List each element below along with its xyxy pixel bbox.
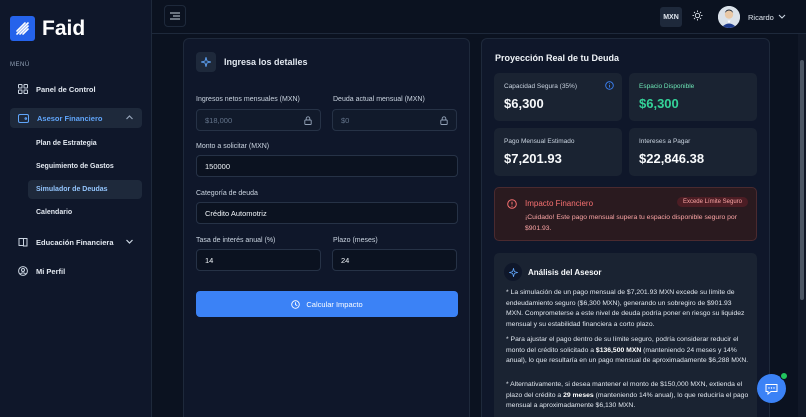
form-title-text: Ingresa los detalles xyxy=(224,57,308,67)
category-label: Categoría de deuda xyxy=(196,190,258,197)
debt-placeholder: $0 xyxy=(341,115,350,125)
online-indicator xyxy=(780,372,788,380)
lock-icon xyxy=(304,116,312,125)
menu-heading: MENÚ xyxy=(10,62,30,68)
analysis-title: Análisis del Asesor xyxy=(528,268,602,277)
financial-impact-alert: Impacto Financiero Excede Límite Seguro … xyxy=(494,187,757,241)
avatar[interactable] xyxy=(718,6,740,28)
analysis-paragraph-1: * La simulación de un pago mensual de $7… xyxy=(506,289,745,328)
projection-title: Proyección Real de tu Deuda xyxy=(495,53,620,63)
status-badge: Excede Límite Seguro xyxy=(676,197,748,207)
sidebar-toggle-button[interactable] xyxy=(164,5,186,27)
sidebar-item-asesor-financiero[interactable]: Asesor Financiero xyxy=(10,108,142,128)
sun-icon[interactable] xyxy=(692,10,703,21)
app-logo[interactable]: Faid xyxy=(10,16,85,41)
calculate-impact-button[interactable]: Calcular Impacto xyxy=(196,291,458,317)
stat-monthly-payment: Pago Mensual Estimado $7,201.93 xyxy=(494,128,622,176)
lock-icon xyxy=(440,116,448,125)
sparkle-icon xyxy=(504,263,522,281)
debt-label: Deuda actual mensual (MXN) xyxy=(333,96,425,103)
top-bar: MXN Ricardo xyxy=(152,0,806,34)
income-field: $18,000 xyxy=(196,109,321,131)
term-input[interactable]: 24 xyxy=(332,249,457,271)
logo-mark-icon xyxy=(10,16,35,41)
debt-field: $0 xyxy=(332,109,457,131)
chevron-down-icon xyxy=(126,239,133,244)
warning-icon xyxy=(507,199,517,209)
term-label: Plazo (meses) xyxy=(333,237,378,244)
alert-title: Impacto Financiero xyxy=(525,199,594,208)
stat-value: $6,300 xyxy=(639,96,679,111)
wallet-icon xyxy=(18,114,29,123)
rate-label: Tasa de interés anual (%) xyxy=(196,237,276,244)
sidebar-item-mi-perfil[interactable]: Mi Perfil xyxy=(10,261,142,281)
income-placeholder: $18,000 xyxy=(205,115,233,125)
sidebar-item-educacion-financiera[interactable]: Educación Financiera xyxy=(10,232,142,252)
sidebar-item-label: Mi Perfil xyxy=(36,266,66,276)
sidebar-item-label: Educación Financiera xyxy=(36,237,114,247)
stat-label: Capacidad Segura (35%) xyxy=(504,83,577,90)
stat-value: $22,846.38 xyxy=(639,151,705,166)
analysis-paragraph-3: * Alternativamente, si desea mantener el… xyxy=(506,381,749,409)
sidebar-item-label: Asesor Financiero xyxy=(37,113,103,123)
stat-value: $6,300 xyxy=(504,96,544,111)
currency-badge[interactable]: MXN xyxy=(660,7,682,27)
amount-input[interactable]: 150000 xyxy=(196,155,458,177)
clock-icon xyxy=(291,299,301,309)
details-form-panel: Ingresa los detalles Ingresos netos mens… xyxy=(183,38,470,417)
rate-input[interactable]: 14 xyxy=(196,249,321,271)
chevron-down-icon[interactable] xyxy=(778,12,786,20)
stat-value: $7,201.93 xyxy=(504,151,562,166)
menu-icon xyxy=(170,12,180,20)
sidebar-subitem-simulador-de-deudas[interactable]: Simulador de Deudas xyxy=(28,180,142,199)
stat-label: Intereses a Pagar xyxy=(639,138,691,145)
sidebar-item-panel-de-control[interactable]: Panel de Control xyxy=(10,79,142,99)
stat-safe-capacity: Capacidad Segura (35%) $6,300 xyxy=(494,73,622,121)
app-name: Faid xyxy=(42,16,86,40)
amount-label: Monto a solicitar (MXN) xyxy=(196,143,270,150)
user-icon xyxy=(18,266,28,276)
calculate-label: Calcular Impacto xyxy=(306,299,363,309)
income-label: Ingresos netos mensuales (MXN) xyxy=(196,96,300,103)
sparkle-icon xyxy=(196,52,216,72)
scrollbar-thumb[interactable] xyxy=(800,60,804,300)
analysis-paragraph-2: * Para ajustar el pago dentro de su lími… xyxy=(506,336,749,364)
stat-label: Pago Mensual Estimado xyxy=(504,138,575,145)
chevron-up-icon xyxy=(126,115,133,120)
sidebar-subitem-seguimiento-de-gastos[interactable]: Seguimiento de Gastos xyxy=(28,157,142,176)
category-select[interactable]: Crédito Automotriz xyxy=(196,202,458,224)
stat-interest: Intereses a Pagar $22,846.38 xyxy=(629,128,757,176)
user-name[interactable]: Ricardo xyxy=(748,13,774,22)
chat-icon xyxy=(765,383,778,395)
advisor-analysis: Análisis del Asesor * La simulación de u… xyxy=(494,253,757,417)
form-title: Ingresa los detalles xyxy=(196,52,308,72)
info-icon[interactable] xyxy=(605,81,614,90)
sidebar-item-label: Panel de Control xyxy=(36,84,96,94)
sidebar-subitem-plan-de-estrategia[interactable]: Plan de Estrategia xyxy=(28,134,142,153)
sidebar: Faid MENÚ Panel de Control Asesor Financ… xyxy=(0,0,152,417)
sidebar-subitem-calendario[interactable]: Calendario xyxy=(28,203,142,222)
alert-message: ¡Cuidado! Este pago mensual supera tu es… xyxy=(525,214,737,232)
book-icon xyxy=(18,238,28,247)
grid-icon xyxy=(18,84,28,94)
stat-label: Espacio Disponible xyxy=(639,83,695,90)
stat-available-space: Espacio Disponible $6,300 xyxy=(629,73,757,121)
